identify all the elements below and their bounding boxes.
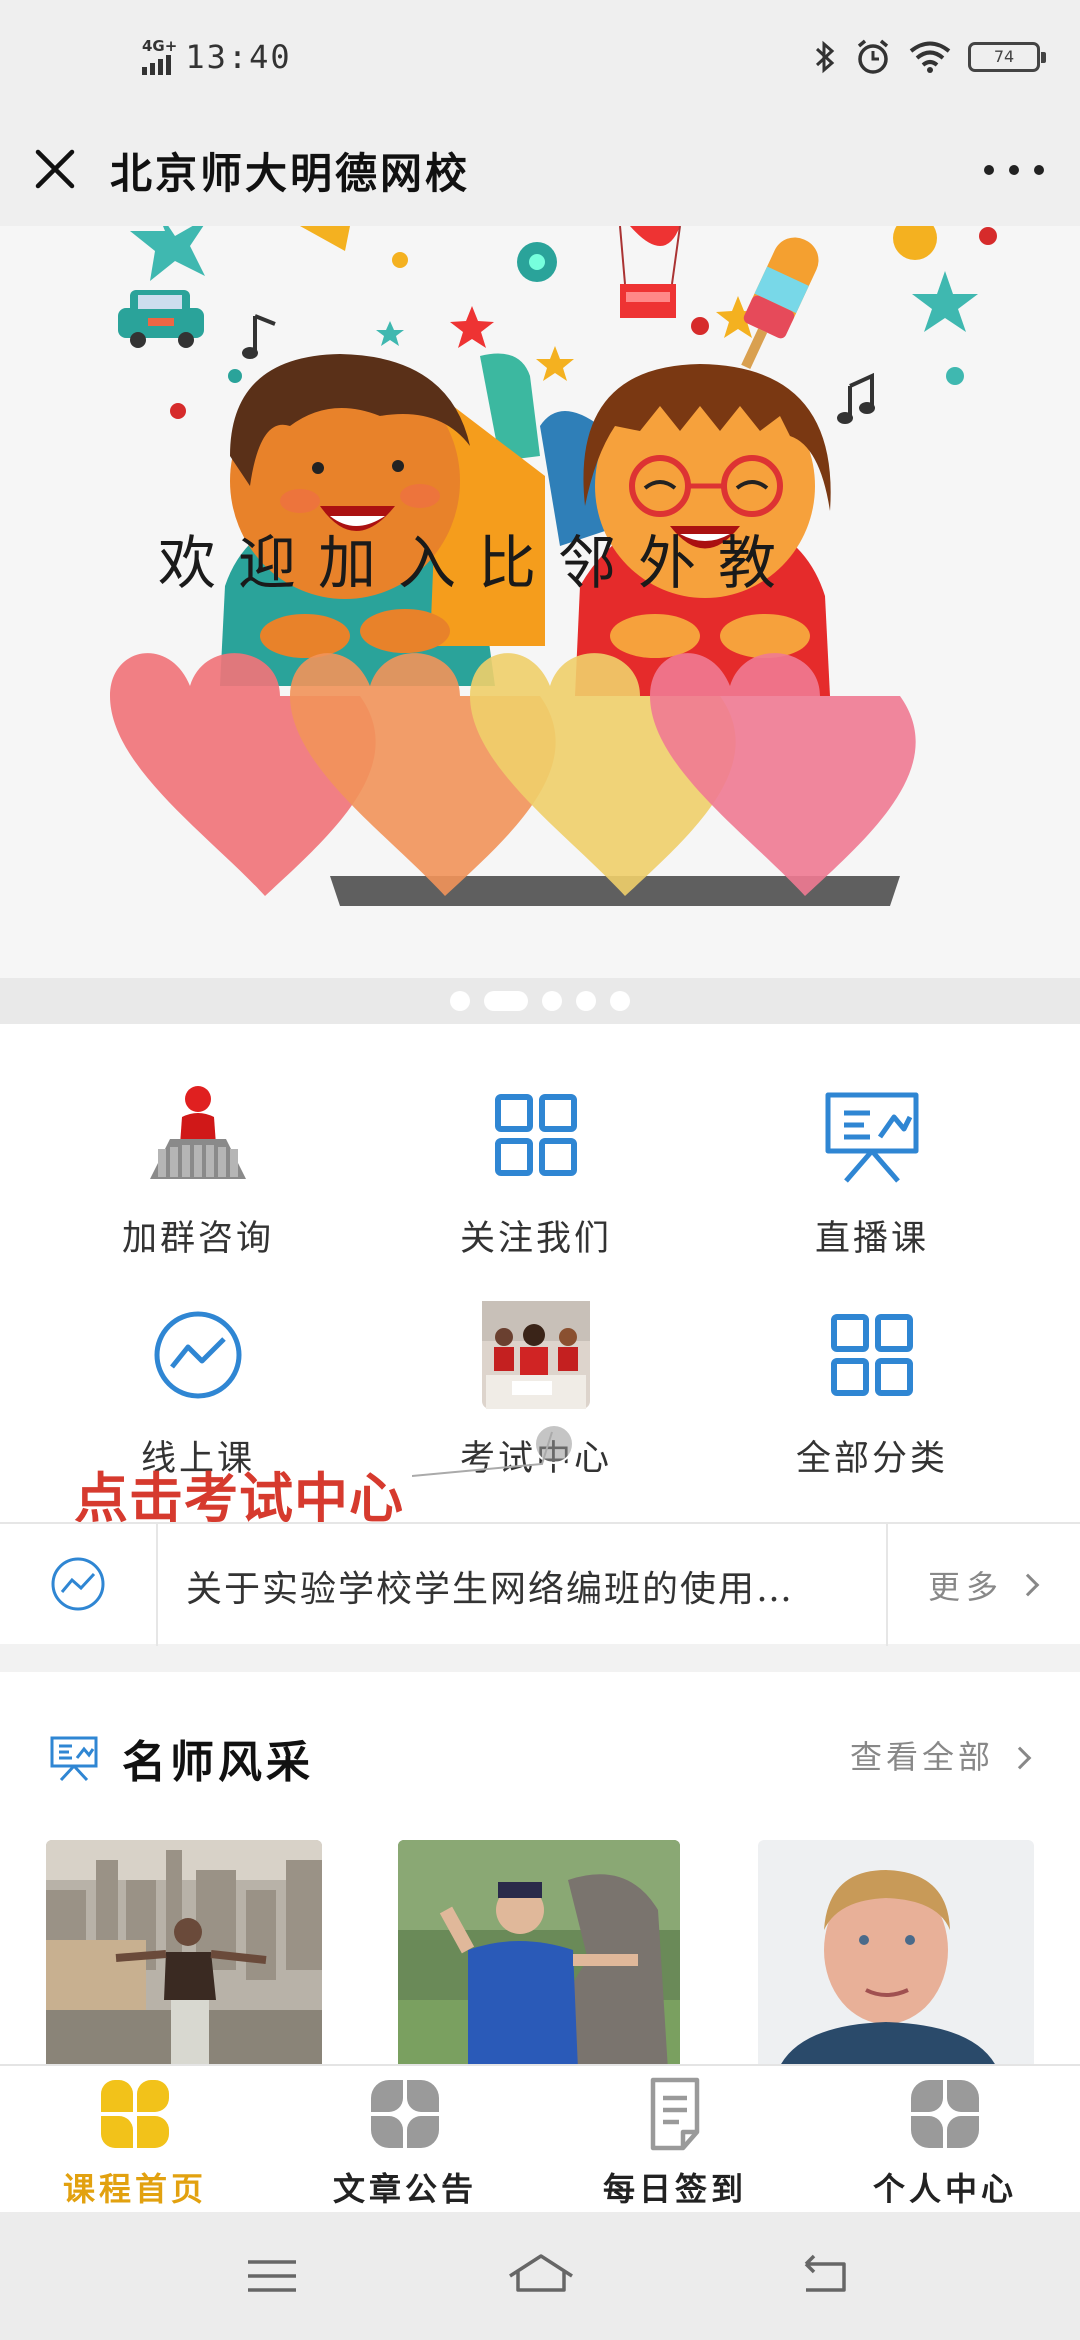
clover-icon	[911, 2080, 979, 2148]
document-icon	[650, 2077, 700, 2151]
annotation-pointer	[412, 1431, 553, 1477]
page-title: 北京师大明德网校	[110, 149, 471, 198]
nav-tab-personal-center[interactable]: 个人中心	[810, 2076, 1080, 2210]
wifi-icon	[909, 41, 951, 73]
chevron-right-icon	[1016, 1573, 1040, 1597]
category-grid: 加群咨询 关注我们 直播课 线上课 考试中心 全部分类 点击考试中心	[0, 1024, 1080, 1530]
title-bar: 北京师大明德网校	[0, 118, 1080, 226]
notice-text[interactable]: 关于实验学校学生网络编班的使用…	[186, 1560, 866, 1612]
grid-item-label: 加群咨询	[121, 1219, 274, 1259]
notice-more-link[interactable]: 更多	[928, 1562, 1004, 1608]
grid-item-label: 关注我们	[459, 1219, 612, 1259]
nav-tab-label: 个人中心	[872, 2170, 1017, 2208]
carousel-indicator	[0, 978, 1080, 1024]
trend-circle-icon	[143, 1300, 253, 1410]
banner-caption: 欢迎加入比邻外教	[158, 529, 799, 597]
grid-item-label: 全部分类	[795, 1439, 948, 1479]
network-type: 4G+	[142, 37, 178, 55]
section-title: 名师风采	[122, 1737, 314, 1788]
status-right: 74	[812, 38, 1046, 76]
teacher-photo[interactable]	[46, 1840, 322, 2064]
carousel-dot[interactable]	[576, 991, 596, 1011]
carousel-dot[interactable]	[542, 991, 562, 1011]
back-icon[interactable]	[794, 2246, 854, 2306]
banner-illustration	[0, 226, 1080, 978]
divider	[156, 1524, 158, 1646]
system-nav-bar	[0, 2212, 1080, 2340]
grid-item-all-categories[interactable]: 全部分类	[722, 1300, 1022, 1481]
clock: 13:40	[185, 38, 292, 76]
home-icon[interactable]	[506, 2246, 576, 2306]
nav-tab-course-home[interactable]: 课程首页	[0, 2076, 270, 2210]
chevron-right-icon	[1008, 1746, 1032, 1770]
grid-item-label: 直播课	[814, 1219, 929, 1259]
carousel-dot-active[interactable]	[484, 991, 528, 1011]
nav-tab-daily-checkin[interactable]: 每日签到	[540, 2076, 810, 2210]
grid-item-group-consult[interactable]: 加群咨询	[48, 1080, 348, 1261]
view-all-link[interactable]: 查看全部	[850, 1732, 994, 1778]
notice-bar[interactable]: 关于实验学校学生网络编班的使用… 更多	[0, 1522, 1080, 1646]
menu-icon[interactable]	[242, 2246, 302, 2306]
group-people-icon	[143, 1080, 253, 1190]
teacher-photo[interactable]	[398, 1840, 680, 2064]
alarm-icon	[857, 39, 889, 74]
banner-carousel[interactable]: 欢迎加入比邻外教	[0, 226, 1080, 1024]
clover-icon	[101, 2080, 169, 2148]
nav-tab-label: 课程首页	[62, 2170, 207, 2208]
nav-tab-label: 文章公告	[332, 2170, 477, 2208]
battery-icon: 74	[968, 42, 1046, 72]
trend-circle-icon	[51, 1557, 105, 1611]
presentation-icon	[50, 1736, 98, 1782]
nav-tab-articles[interactable]: 文章公告	[270, 2076, 540, 2210]
clover-icon	[371, 2080, 439, 2148]
exam-photo-icon	[481, 1300, 591, 1410]
nav-tab-label: 每日签到	[602, 2170, 747, 2208]
status-left: 4G+ 13:40	[142, 38, 292, 76]
divider	[886, 1524, 888, 1646]
grid-icon	[481, 1080, 591, 1190]
carousel-dot[interactable]	[610, 991, 630, 1011]
teacher-photo[interactable]	[758, 1840, 1034, 2064]
signal-icon: 4G+	[142, 39, 177, 75]
grid-item-live-class[interactable]: 直播课	[722, 1080, 1022, 1261]
carousel-dot[interactable]	[450, 991, 470, 1011]
grid-icon	[817, 1300, 927, 1410]
bluetooth-icon	[815, 40, 835, 74]
more-menu-icon[interactable]	[984, 148, 1044, 192]
status-bar: 4G+ 13:40 74	[0, 0, 1080, 118]
bottom-nav: 课程首页 文章公告 每日签到 个人中心	[0, 2064, 1080, 2212]
grid-item-follow-us[interactable]: 关注我们	[386, 1080, 686, 1261]
close-icon[interactable]	[30, 144, 80, 194]
teachers-section: 名师风采 查看全部	[0, 1672, 1080, 2064]
presentation-icon	[817, 1080, 927, 1190]
